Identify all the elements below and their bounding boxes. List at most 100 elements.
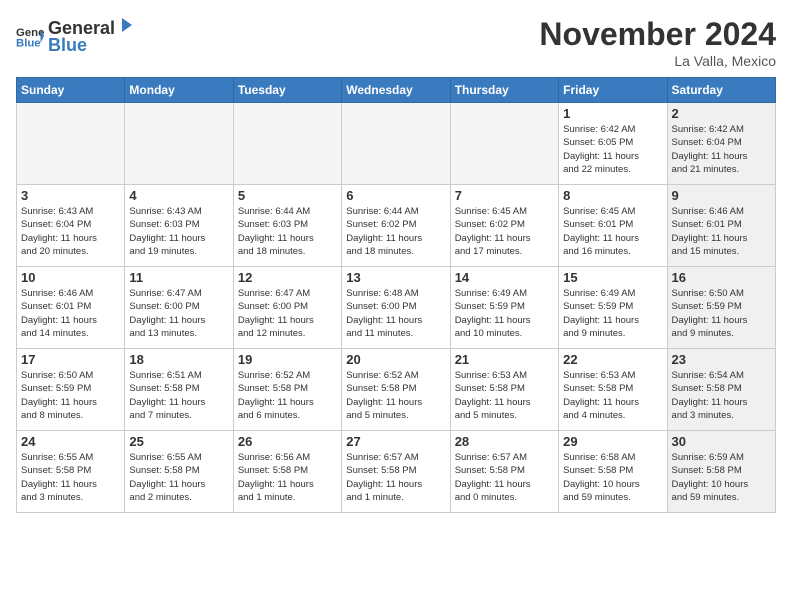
day-info: Sunrise: 6:49 AM Sunset: 5:59 PM Dayligh… bbox=[455, 287, 554, 340]
day-number: 30 bbox=[672, 434, 771, 449]
weekday-header-thursday: Thursday bbox=[450, 78, 558, 103]
calendar-cell bbox=[17, 103, 125, 185]
day-info: Sunrise: 6:55 AM Sunset: 5:58 PM Dayligh… bbox=[21, 451, 120, 504]
week-row-1: 1 Sunrise: 6:42 AM Sunset: 6:05 PM Daylig… bbox=[17, 103, 776, 185]
calendar-cell: 22 Sunrise: 6:53 AM Sunset: 5:58 PM Dayli… bbox=[559, 349, 667, 431]
calendar-cell: 13Sunrise: 6:48 AM Sunset: 6:00 PM Dayli… bbox=[342, 267, 450, 349]
calendar-cell: 7Sunrise: 6:45 AM Sunset: 6:02 PM Daylig… bbox=[450, 185, 558, 267]
logo-arrow-icon bbox=[116, 16, 134, 34]
day-number: 27 bbox=[346, 434, 445, 449]
week-row-4: 17 Sunrise: 6:50 AM Sunset: 5:59 PM Dayli… bbox=[17, 349, 776, 431]
calendar-cell: 24 Sunrise: 6:55 AM Sunset: 5:58 PM Dayli… bbox=[17, 431, 125, 513]
day-number: 19 bbox=[238, 352, 337, 367]
day-number: 25 bbox=[129, 434, 228, 449]
week-row-5: 24 Sunrise: 6:55 AM Sunset: 5:58 PM Dayli… bbox=[17, 431, 776, 513]
calendar-cell: 9Sunrise: 6:46 AM Sunset: 6:01 PM Daylig… bbox=[667, 185, 775, 267]
calendar-cell: 15 Sunrise: 6:49 AM Sunset: 5:59 PM Dayli… bbox=[559, 267, 667, 349]
day-info: Sunrise: 6:50 AM Sunset: 5:59 PM Dayligh… bbox=[21, 369, 120, 422]
day-number: 28 bbox=[455, 434, 554, 449]
day-number: 22 bbox=[563, 352, 662, 367]
day-number: 24 bbox=[21, 434, 120, 449]
calendar-cell bbox=[233, 103, 341, 185]
weekday-header-monday: Monday bbox=[125, 78, 233, 103]
day-number: 1 bbox=[563, 106, 662, 121]
day-info: Sunrise: 6:50 AM Sunset: 5:59 PM Dayligh… bbox=[672, 287, 771, 340]
day-number: 2 bbox=[672, 106, 771, 121]
day-number: 4 bbox=[129, 188, 228, 203]
day-info: Sunrise: 6:56 AM Sunset: 5:58 PM Dayligh… bbox=[238, 451, 337, 504]
calendar-cell: 4 Sunrise: 6:43 AM Sunset: 6:03 PM Daylig… bbox=[125, 185, 233, 267]
calendar-cell: 25 Sunrise: 6:55 AM Sunset: 5:58 PM Dayli… bbox=[125, 431, 233, 513]
weekday-header-row: SundayMondayTuesdayWednesdayThursdayFrid… bbox=[17, 78, 776, 103]
day-info: Sunrise: 6:46 AM Sunset: 6:01 PM Dayligh… bbox=[21, 287, 120, 340]
day-number: 3 bbox=[21, 188, 120, 203]
day-info: Sunrise: 6:53 AM Sunset: 5:58 PM Dayligh… bbox=[455, 369, 554, 422]
calendar-cell: 3 Sunrise: 6:43 AM Sunset: 6:04 PM Daylig… bbox=[17, 185, 125, 267]
week-row-2: 3 Sunrise: 6:43 AM Sunset: 6:04 PM Daylig… bbox=[17, 185, 776, 267]
day-info: Sunrise: 6:48 AM Sunset: 6:00 PM Dayligh… bbox=[346, 287, 445, 340]
weekday-header-saturday: Saturday bbox=[667, 78, 775, 103]
calendar-cell: 16 Sunrise: 6:50 AM Sunset: 5:59 PM Dayli… bbox=[667, 267, 775, 349]
weekday-header-wednesday: Wednesday bbox=[342, 78, 450, 103]
calendar-cell: 26Sunrise: 6:56 AM Sunset: 5:58 PM Dayli… bbox=[233, 431, 341, 513]
day-info: Sunrise: 6:42 AM Sunset: 6:05 PM Dayligh… bbox=[563, 123, 662, 176]
day-number: 10 bbox=[21, 270, 120, 285]
calendar-cell: 20 Sunrise: 6:52 AM Sunset: 5:58 PM Dayli… bbox=[342, 349, 450, 431]
day-info: Sunrise: 6:43 AM Sunset: 6:03 PM Dayligh… bbox=[129, 205, 228, 258]
calendar-cell: 5 Sunrise: 6:44 AM Sunset: 6:03 PM Daylig… bbox=[233, 185, 341, 267]
month-title: November 2024 bbox=[539, 16, 776, 53]
day-info: Sunrise: 6:52 AM Sunset: 5:58 PM Dayligh… bbox=[346, 369, 445, 422]
day-info: Sunrise: 6:57 AM Sunset: 5:58 PM Dayligh… bbox=[455, 451, 554, 504]
weekday-header-friday: Friday bbox=[559, 78, 667, 103]
calendar-cell: 10 Sunrise: 6:46 AM Sunset: 6:01 PM Dayli… bbox=[17, 267, 125, 349]
day-info: Sunrise: 6:47 AM Sunset: 6:00 PM Dayligh… bbox=[238, 287, 337, 340]
day-info: Sunrise: 6:59 AM Sunset: 5:58 PM Dayligh… bbox=[672, 451, 771, 504]
day-number: 20 bbox=[346, 352, 445, 367]
calendar-cell bbox=[450, 103, 558, 185]
calendar-cell: 21 Sunrise: 6:53 AM Sunset: 5:58 PM Dayli… bbox=[450, 349, 558, 431]
day-info: Sunrise: 6:45 AM Sunset: 6:01 PM Dayligh… bbox=[563, 205, 662, 258]
calendar-cell: 14 Sunrise: 6:49 AM Sunset: 5:59 PM Dayli… bbox=[450, 267, 558, 349]
day-info: Sunrise: 6:47 AM Sunset: 6:00 PM Dayligh… bbox=[129, 287, 228, 340]
week-row-3: 10 Sunrise: 6:46 AM Sunset: 6:01 PM Dayli… bbox=[17, 267, 776, 349]
day-number: 17 bbox=[21, 352, 120, 367]
day-number: 11 bbox=[129, 270, 228, 285]
day-info: Sunrise: 6:43 AM Sunset: 6:04 PM Dayligh… bbox=[21, 205, 120, 258]
day-info: Sunrise: 6:44 AM Sunset: 6:03 PM Dayligh… bbox=[238, 205, 337, 258]
day-info: Sunrise: 6:57 AM Sunset: 5:58 PM Dayligh… bbox=[346, 451, 445, 504]
calendar-cell: 29Sunrise: 6:58 AM Sunset: 5:58 PM Dayli… bbox=[559, 431, 667, 513]
day-info: Sunrise: 6:49 AM Sunset: 5:59 PM Dayligh… bbox=[563, 287, 662, 340]
day-number: 16 bbox=[672, 270, 771, 285]
title-block: November 2024 La Valla, Mexico bbox=[539, 16, 776, 69]
calendar-cell: 30 Sunrise: 6:59 AM Sunset: 5:58 PM Dayli… bbox=[667, 431, 775, 513]
day-number: 5 bbox=[238, 188, 337, 203]
calendar-cell: 17 Sunrise: 6:50 AM Sunset: 5:59 PM Dayli… bbox=[17, 349, 125, 431]
logo-icon: General Blue bbox=[16, 22, 44, 50]
day-number: 14 bbox=[455, 270, 554, 285]
calendar-cell bbox=[125, 103, 233, 185]
day-number: 6 bbox=[346, 188, 445, 203]
calendar-cell: 23 Sunrise: 6:54 AM Sunset: 5:58 PM Dayli… bbox=[667, 349, 775, 431]
calendar-cell: 11 Sunrise: 6:47 AM Sunset: 6:00 PM Dayli… bbox=[125, 267, 233, 349]
calendar-cell: 12 Sunrise: 6:47 AM Sunset: 6:00 PM Dayli… bbox=[233, 267, 341, 349]
day-number: 29 bbox=[563, 434, 662, 449]
day-info: Sunrise: 6:55 AM Sunset: 5:58 PM Dayligh… bbox=[129, 451, 228, 504]
day-number: 18 bbox=[129, 352, 228, 367]
calendar-cell: 1 Sunrise: 6:42 AM Sunset: 6:05 PM Daylig… bbox=[559, 103, 667, 185]
calendar-cell: 6Sunrise: 6:44 AM Sunset: 6:02 PM Daylig… bbox=[342, 185, 450, 267]
day-number: 15 bbox=[563, 270, 662, 285]
day-info: Sunrise: 6:52 AM Sunset: 5:58 PM Dayligh… bbox=[238, 369, 337, 422]
day-number: 23 bbox=[672, 352, 771, 367]
calendar-cell: 8Sunrise: 6:45 AM Sunset: 6:01 PM Daylig… bbox=[559, 185, 667, 267]
page-header: General Blue General Blue November 2024 … bbox=[16, 16, 776, 69]
calendar-cell bbox=[342, 103, 450, 185]
day-info: Sunrise: 6:54 AM Sunset: 5:58 PM Dayligh… bbox=[672, 369, 771, 422]
day-info: Sunrise: 6:45 AM Sunset: 6:02 PM Dayligh… bbox=[455, 205, 554, 258]
day-info: Sunrise: 6:53 AM Sunset: 5:58 PM Dayligh… bbox=[563, 369, 662, 422]
day-number: 12 bbox=[238, 270, 337, 285]
svg-text:Blue: Blue bbox=[16, 38, 41, 50]
location-text: La Valla, Mexico bbox=[539, 53, 776, 69]
day-number: 21 bbox=[455, 352, 554, 367]
day-number: 9 bbox=[672, 188, 771, 203]
day-info: Sunrise: 6:42 AM Sunset: 6:04 PM Dayligh… bbox=[672, 123, 771, 176]
